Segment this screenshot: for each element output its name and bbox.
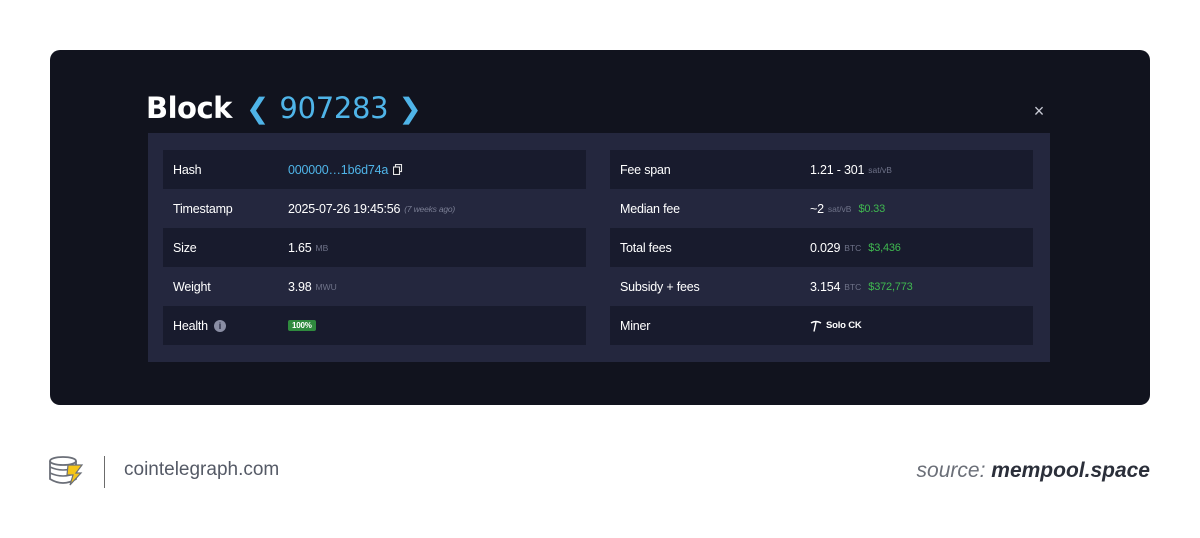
weight-label: Weight [173,279,211,294]
table-row: Fee span 1.21 - 301 sat/vB [610,150,1033,189]
total-fees-label: Total fees [620,240,672,255]
page-title: Block ❮ 907283 ❯ [146,88,424,128]
cointelegraph-logo-icon [49,456,84,486]
footer-divider [104,456,105,488]
timestamp-value: 2025-07-26 19:45:56 [288,201,401,216]
timestamp-relative: (7 weeks ago) [404,203,456,214]
weight-unit: MWU [315,281,337,292]
total-fees-value: 0.029 [810,240,841,255]
details-left-column: Hash 000000…1b6d74a Timestamp 2025-07-26… [163,150,586,345]
hash-label: Hash [173,162,202,177]
pickaxe-icon [810,320,822,332]
miner-name: Solo CK [826,320,862,331]
miner-link[interactable]: Solo CK [810,320,862,332]
table-row: Timestamp 2025-07-26 19:45:56 (7 weeks a… [163,189,586,228]
health-label-group: Health i [163,319,288,333]
info-icon[interactable]: i [213,319,226,332]
copy-icon[interactable] [393,164,403,175]
health-label: Health [173,318,208,333]
table-row: Size 1.65 MB [163,228,586,267]
source-credit: source: mempool.space [917,459,1150,483]
fee-span-unit: sat/vB [868,164,892,175]
prev-block-button[interactable]: ❮ [244,92,271,125]
miner-label: Miner [620,318,651,333]
subsidy-fees-unit: BTC [844,281,862,292]
subsidy-fees-usd: $372,773 [868,280,913,293]
total-fees-unit: BTC [844,242,862,253]
block-number: 907283 [279,91,389,125]
table-row: Weight 3.98 MWU [163,267,586,306]
subsidy-fees-label: Subsidy + fees [620,279,700,294]
table-row: Health i 100% [163,306,586,345]
median-fee-label: Median fee [620,201,680,216]
source-name: mempool.space [991,459,1150,482]
fee-span-value: 1.21 - 301 [810,162,865,177]
table-row: Miner Solo CK [610,306,1033,345]
total-fees-usd: $3,436 [868,241,901,254]
block-details-panel: Hash 000000…1b6d74a Timestamp 2025-07-26… [148,133,1050,362]
median-fee-unit: sat/vB [827,203,852,214]
details-right-column: Fee span 1.21 - 301 sat/vB Median fee ~2… [610,150,1033,345]
size-label: Size [173,240,197,255]
close-button[interactable]: × [1030,102,1048,120]
table-row: Subsidy + fees 3.154 BTC $372,773 [610,267,1033,306]
subsidy-fees-value: 3.154 [810,279,841,294]
table-row: Total fees 0.029 BTC $3,436 [610,228,1033,267]
table-row: Hash 000000…1b6d74a [163,150,586,189]
fee-span-label: Fee span [620,162,671,177]
hash-link[interactable]: 000000…1b6d74a [288,163,388,177]
title-label: Block [146,91,232,125]
size-unit: MB [315,242,329,253]
health-badge: 100% [288,320,316,331]
timestamp-label: Timestamp [173,201,233,216]
median-fee-value: ~2 [810,201,824,216]
site-name: cointelegraph.com [124,459,280,480]
weight-value: 3.98 [288,279,312,294]
next-block-button[interactable]: ❯ [396,92,423,125]
size-value: 1.65 [288,240,312,255]
table-row: Median fee ~2 sat/vB $0.33 [610,189,1033,228]
source-prefix: source: [916,459,986,482]
median-fee-usd: $0.33 [858,202,886,215]
